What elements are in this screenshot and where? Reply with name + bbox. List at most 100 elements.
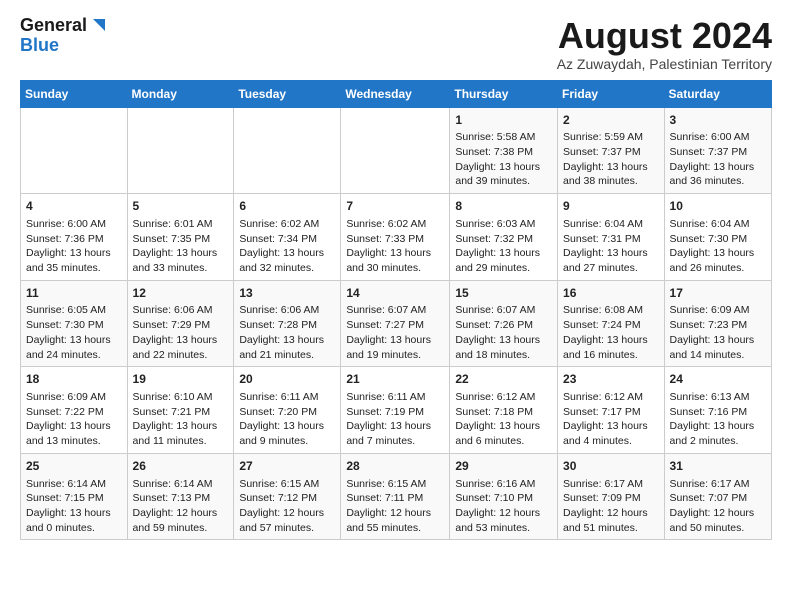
sunset-text: Sunset: 7:11 PM [346,492,423,504]
sunset-text: Sunset: 7:28 PM [239,319,317,331]
day-number: 14 [346,285,444,302]
sunset-text: Sunset: 7:34 PM [239,233,317,245]
sunset-text: Sunset: 7:24 PM [563,319,641,331]
sunset-text: Sunset: 7:16 PM [670,406,748,418]
logo-blue-text: Blue [20,36,107,56]
sunrise-text: Sunrise: 6:14 AM [133,478,213,490]
daylight-text: Daylight: 13 hours and 0 minutes. [26,507,111,534]
day-number: 11 [26,285,122,302]
daylight-text: Daylight: 12 hours and 53 minutes. [455,507,540,534]
day-number: 28 [346,458,444,475]
sunset-text: Sunset: 7:21 PM [133,406,211,418]
daylight-text: Daylight: 13 hours and 27 minutes. [563,247,648,274]
sunset-text: Sunset: 7:18 PM [455,406,533,418]
day-number: 24 [670,371,766,388]
calendar-cell: 15 Sunrise: 6:07 AM Sunset: 7:26 PM Dayl… [450,280,558,367]
calendar-week-row: 18 Sunrise: 6:09 AM Sunset: 7:22 PM Dayl… [21,367,772,454]
sunset-text: Sunset: 7:23 PM [670,319,748,331]
calendar-week-row: 25 Sunrise: 6:14 AM Sunset: 7:15 PM Dayl… [21,453,772,540]
sunrise-text: Sunrise: 6:15 AM [239,478,319,490]
sunset-text: Sunset: 7:26 PM [455,319,533,331]
calendar-cell [341,107,450,194]
sunrise-text: Sunrise: 6:07 AM [346,304,426,316]
daylight-text: Daylight: 13 hours and 29 minutes. [455,247,540,274]
calendar-cell: 1 Sunrise: 5:58 AM Sunset: 7:38 PM Dayli… [450,107,558,194]
daylight-text: Daylight: 13 hours and 4 minutes. [563,420,648,447]
calendar-cell [127,107,234,194]
sunrise-text: Sunrise: 5:59 AM [563,131,643,143]
day-number: 26 [133,458,229,475]
daylight-text: Daylight: 13 hours and 11 minutes. [133,420,218,447]
sunrise-text: Sunrise: 6:06 AM [239,304,319,316]
calendar-week-row: 11 Sunrise: 6:05 AM Sunset: 7:30 PM Dayl… [21,280,772,367]
sunrise-text: Sunrise: 6:03 AM [455,218,535,230]
calendar-cell: 22 Sunrise: 6:12 AM Sunset: 7:18 PM Dayl… [450,367,558,454]
calendar-cell: 4 Sunrise: 6:00 AM Sunset: 7:36 PM Dayli… [21,194,128,281]
sunrise-text: Sunrise: 6:00 AM [26,218,106,230]
sunset-text: Sunset: 7:20 PM [239,406,317,418]
calendar-cell: 9 Sunrise: 6:04 AM Sunset: 7:31 PM Dayli… [558,194,665,281]
logo-arrow-icon [89,17,107,35]
sunset-text: Sunset: 7:09 PM [563,492,641,504]
sunrise-text: Sunrise: 6:04 AM [670,218,750,230]
day-number: 15 [455,285,552,302]
daylight-text: Daylight: 13 hours and 30 minutes. [346,247,431,274]
sunset-text: Sunset: 7:33 PM [346,233,424,245]
sunset-text: Sunset: 7:13 PM [133,492,211,504]
daylight-text: Daylight: 12 hours and 50 minutes. [670,507,755,534]
calendar-cell: 3 Sunrise: 6:00 AM Sunset: 7:37 PM Dayli… [664,107,771,194]
daylight-text: Daylight: 13 hours and 32 minutes. [239,247,324,274]
day-number: 30 [563,458,659,475]
sunrise-text: Sunrise: 6:04 AM [563,218,643,230]
sunset-text: Sunset: 7:37 PM [670,146,748,158]
calendar-cell: 7 Sunrise: 6:02 AM Sunset: 7:33 PM Dayli… [341,194,450,281]
calendar-cell: 20 Sunrise: 6:11 AM Sunset: 7:20 PM Dayl… [234,367,341,454]
sunset-text: Sunset: 7:31 PM [563,233,641,245]
day-number: 17 [670,285,766,302]
sunrise-text: Sunrise: 6:12 AM [563,391,643,403]
day-number: 7 [346,198,444,215]
daylight-text: Daylight: 13 hours and 36 minutes. [670,161,755,188]
calendar-cell: 13 Sunrise: 6:06 AM Sunset: 7:28 PM Dayl… [234,280,341,367]
calendar-cell: 19 Sunrise: 6:10 AM Sunset: 7:21 PM Dayl… [127,367,234,454]
calendar-header-sunday: Sunday [21,80,128,107]
sunset-text: Sunset: 7:17 PM [563,406,641,418]
sunrise-text: Sunrise: 6:01 AM [133,218,213,230]
daylight-text: Daylight: 13 hours and 16 minutes. [563,334,648,361]
sunrise-text: Sunrise: 6:17 AM [670,478,750,490]
daylight-text: Daylight: 13 hours and 6 minutes. [455,420,540,447]
daylight-text: Daylight: 13 hours and 9 minutes. [239,420,324,447]
calendar-cell: 30 Sunrise: 6:17 AM Sunset: 7:09 PM Dayl… [558,453,665,540]
calendar-cell [234,107,341,194]
daylight-text: Daylight: 13 hours and 26 minutes. [670,247,755,274]
sunrise-text: Sunrise: 6:12 AM [455,391,535,403]
day-number: 29 [455,458,552,475]
daylight-text: Daylight: 13 hours and 35 minutes. [26,247,111,274]
day-number: 9 [563,198,659,215]
calendar-header-row: SundayMondayTuesdayWednesdayThursdayFrid… [21,80,772,107]
calendar-cell: 2 Sunrise: 5:59 AM Sunset: 7:37 PM Dayli… [558,107,665,194]
sunrise-text: Sunrise: 6:13 AM [670,391,750,403]
sunset-text: Sunset: 7:36 PM [26,233,104,245]
day-number: 20 [239,371,335,388]
sunset-text: Sunset: 7:37 PM [563,146,641,158]
daylight-text: Daylight: 13 hours and 7 minutes. [346,420,431,447]
sunset-text: Sunset: 7:32 PM [455,233,533,245]
day-number: 31 [670,458,766,475]
calendar-cell: 21 Sunrise: 6:11 AM Sunset: 7:19 PM Dayl… [341,367,450,454]
daylight-text: Daylight: 13 hours and 13 minutes. [26,420,111,447]
sunrise-text: Sunrise: 6:05 AM [26,304,106,316]
calendar-cell: 18 Sunrise: 6:09 AM Sunset: 7:22 PM Dayl… [21,367,128,454]
sunrise-text: Sunrise: 6:16 AM [455,478,535,490]
calendar-week-row: 4 Sunrise: 6:00 AM Sunset: 7:36 PM Dayli… [21,194,772,281]
calendar-cell: 17 Sunrise: 6:09 AM Sunset: 7:23 PM Dayl… [664,280,771,367]
sunrise-text: Sunrise: 6:02 AM [346,218,426,230]
page-header: General Blue August 2024 Az Zuwaydah, Pa… [20,16,772,72]
sunset-text: Sunset: 7:38 PM [455,146,533,158]
calendar-cell: 28 Sunrise: 6:15 AM Sunset: 7:11 PM Dayl… [341,453,450,540]
daylight-text: Daylight: 13 hours and 33 minutes. [133,247,218,274]
logo: General Blue [20,16,107,56]
daylight-text: Daylight: 12 hours and 51 minutes. [563,507,648,534]
sunrise-text: Sunrise: 6:17 AM [563,478,643,490]
sunset-text: Sunset: 7:12 PM [239,492,317,504]
